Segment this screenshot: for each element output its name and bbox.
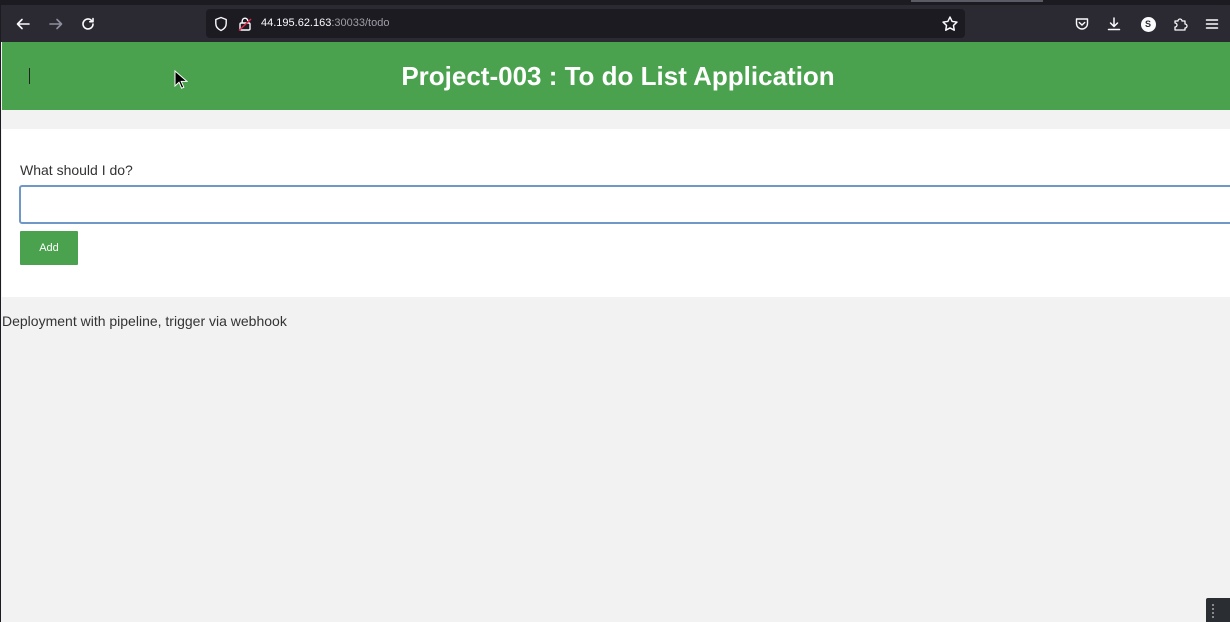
back-button[interactable] [9,10,37,38]
arrow-right-icon [49,18,63,30]
add-button[interactable]: Add [20,231,78,265]
menu-button[interactable] [1203,15,1221,33]
mouse-pointer-icon [174,70,188,89]
downloads-button[interactable] [1105,15,1123,33]
shield-icon[interactable] [213,16,229,32]
footer-text: Deployment with pipeline, trigger via we… [2,313,287,329]
grip-icon [1212,604,1214,618]
reload-button[interactable] [74,10,102,38]
arrow-left-icon [16,18,30,30]
browser-toolbar: 44.195.62.163:30033/todo S [1,5,1230,42]
reload-icon [82,17,94,30]
hamburger-menu-icon [1205,19,1219,29]
text-caret [29,68,30,84]
puzzle-icon [1174,18,1188,31]
download-icon [1107,17,1121,31]
todo-input[interactable] [19,185,1230,224]
account-button[interactable]: S [1139,15,1157,33]
page-title: Project-003 : To do List Application [401,60,835,91]
pocket-icon [1075,18,1089,30]
todo-input-label: What should I do? [20,162,133,178]
url-text[interactable]: 44.195.62.163:30033/todo [261,17,389,29]
extensions-button[interactable] [1171,15,1189,33]
address-bar[interactable]: 44.195.62.163:30033/todo [206,9,965,38]
url-path: :30033/todo [331,17,390,29]
forward-button[interactable] [42,10,70,38]
active-tab-indicator[interactable] [911,0,1043,2]
pocket-button[interactable] [1073,15,1091,33]
bookmark-star-icon[interactable] [941,15,959,33]
screen: 44.195.62.163:30033/todo S Project-003 :… [0,0,1230,622]
corner-widget[interactable] [1206,598,1230,622]
url-host: 44.195.62.163 [261,17,332,29]
avatar: S [1140,16,1156,32]
insecure-lock-icon[interactable] [237,16,253,32]
todo-form: What should I do? Add [2,129,1230,297]
